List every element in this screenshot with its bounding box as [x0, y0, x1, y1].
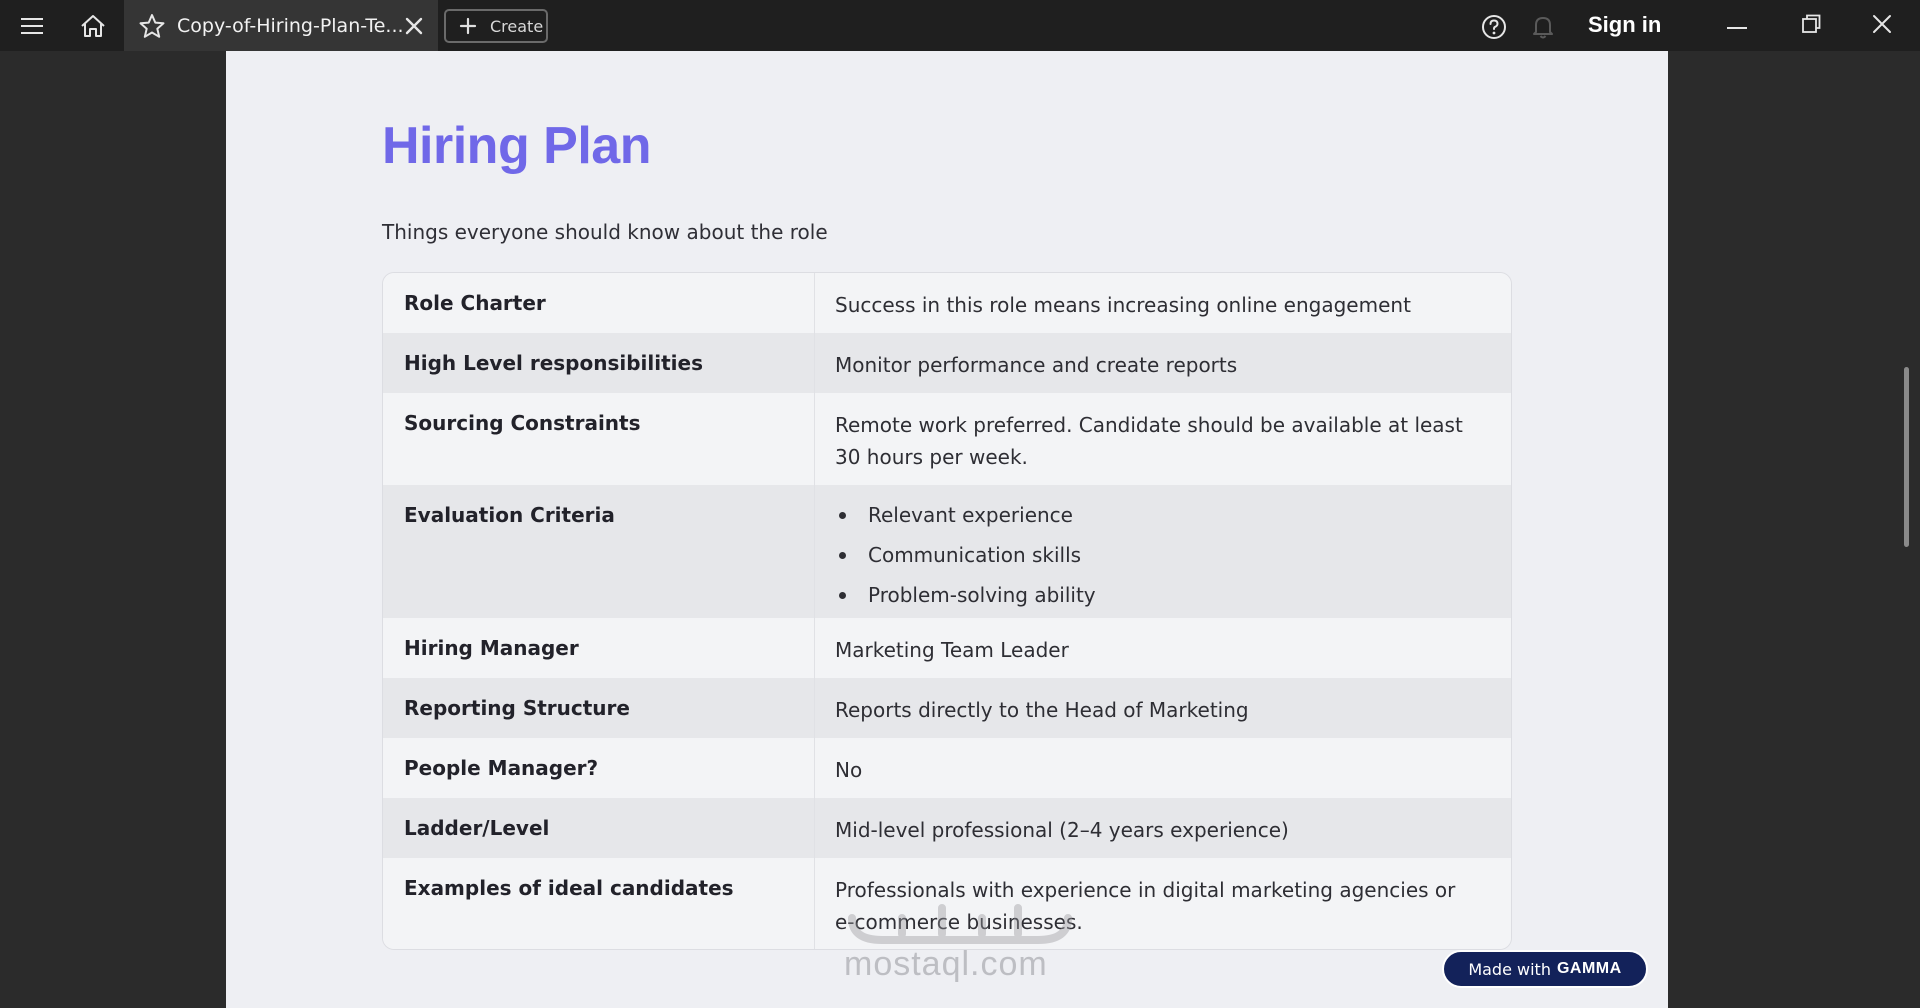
- table-row: People Manager? No: [383, 738, 1511, 798]
- row-label: Sourcing Constraints: [383, 393, 815, 485]
- table-row: Sourcing Constraints Remote work preferr…: [383, 393, 1511, 485]
- table-row: Hiring Manager Marketing Team Leader: [383, 618, 1511, 678]
- watermark-logo: [848, 904, 1072, 944]
- table-row: High Level responsibilities Monitor perf…: [383, 333, 1511, 393]
- table-row: Evaluation Criteria Relevant experience …: [383, 485, 1511, 618]
- home-icon: [81, 15, 105, 37]
- list-item: Communication skills: [835, 541, 1481, 581]
- page-title: Hiring Plan: [382, 117, 651, 175]
- star-icon[interactable]: [138, 13, 166, 39]
- watermark-text: mostaql.com: [844, 945, 1048, 983]
- close-icon: [1873, 15, 1891, 33]
- row-label: Hiring Manager: [383, 618, 815, 678]
- row-label: Examples of ideal candidates: [383, 858, 815, 949]
- title-bar: Copy-of-Hiring-Plan-Te... Create Sign in: [0, 0, 1920, 51]
- row-value: Mid-level professional (2–4 years experi…: [835, 818, 1289, 842]
- home-button[interactable]: [74, 10, 112, 42]
- row-value: Monitor performance and create reports: [835, 353, 1238, 377]
- made-with-gamma-badge[interactable]: Made with GAMMA: [1442, 950, 1648, 988]
- maximize-button[interactable]: [1795, 8, 1827, 40]
- row-label: Reporting Structure: [383, 678, 815, 738]
- table-row: Ladder/Level Mid-level professional (2–4…: [383, 798, 1511, 858]
- row-label: Ladder/Level: [383, 798, 815, 858]
- hiring-plan-table: Role Charter Success in this role means …: [382, 272, 1512, 950]
- badge-brand: GAMMA: [1556, 960, 1622, 977]
- row-label: High Level responsibilities: [383, 333, 815, 393]
- table-row: Reporting Structure Reports directly to …: [383, 678, 1511, 738]
- row-value: Relevant experience Communication skills…: [815, 485, 1511, 618]
- row-label: Evaluation Criteria: [383, 485, 815, 618]
- badge-prefix: Made with: [1468, 959, 1551, 979]
- tab-title: Copy-of-Hiring-Plan-Te...: [177, 15, 404, 37]
- help-icon: [1482, 15, 1506, 39]
- pdf-viewer-window: Copy-of-Hiring-Plan-Te... Create Sign in…: [0, 0, 1920, 1008]
- bell-icon: [1533, 17, 1553, 39]
- plus-icon: [459, 17, 477, 35]
- row-value: Success in this role means increasing on…: [835, 293, 1411, 317]
- row-value: No: [835, 758, 863, 782]
- hamburger-menu-icon: [21, 18, 43, 34]
- notifications-button[interactable]: [1527, 12, 1559, 42]
- sign-in-link[interactable]: Sign in: [1588, 12, 1661, 38]
- create-button[interactable]: Create: [444, 9, 548, 43]
- help-button[interactable]: [1478, 12, 1510, 42]
- scrollbar-thumb[interactable]: [1904, 367, 1909, 547]
- table-row: Role Charter Success in this role means …: [383, 273, 1511, 333]
- close-icon[interactable]: [402, 14, 426, 38]
- row-value: Reports directly to the Head of Marketin…: [835, 698, 1249, 722]
- row-value: Remote work preferred. Candidate should …: [835, 413, 1463, 469]
- row-label: People Manager?: [383, 738, 815, 798]
- list-item: Problem-solving ability: [835, 581, 1481, 621]
- menu-button[interactable]: [14, 10, 50, 42]
- document-tab[interactable]: Copy-of-Hiring-Plan-Te...: [124, 0, 438, 51]
- close-window-button[interactable]: [1866, 8, 1898, 40]
- row-value: Marketing Team Leader: [835, 638, 1069, 662]
- bullet-list: Relevant experience Communication skills…: [835, 501, 1481, 621]
- row-label: Role Charter: [383, 273, 815, 333]
- minimize-button[interactable]: [1721, 8, 1753, 40]
- create-label: Create: [490, 16, 544, 36]
- minimize-icon: [1727, 27, 1747, 29]
- page-subtitle: Things everyone should know about the ro…: [382, 220, 828, 244]
- maximize-icon: [1802, 14, 1821, 33]
- list-item: Relevant experience: [835, 501, 1481, 541]
